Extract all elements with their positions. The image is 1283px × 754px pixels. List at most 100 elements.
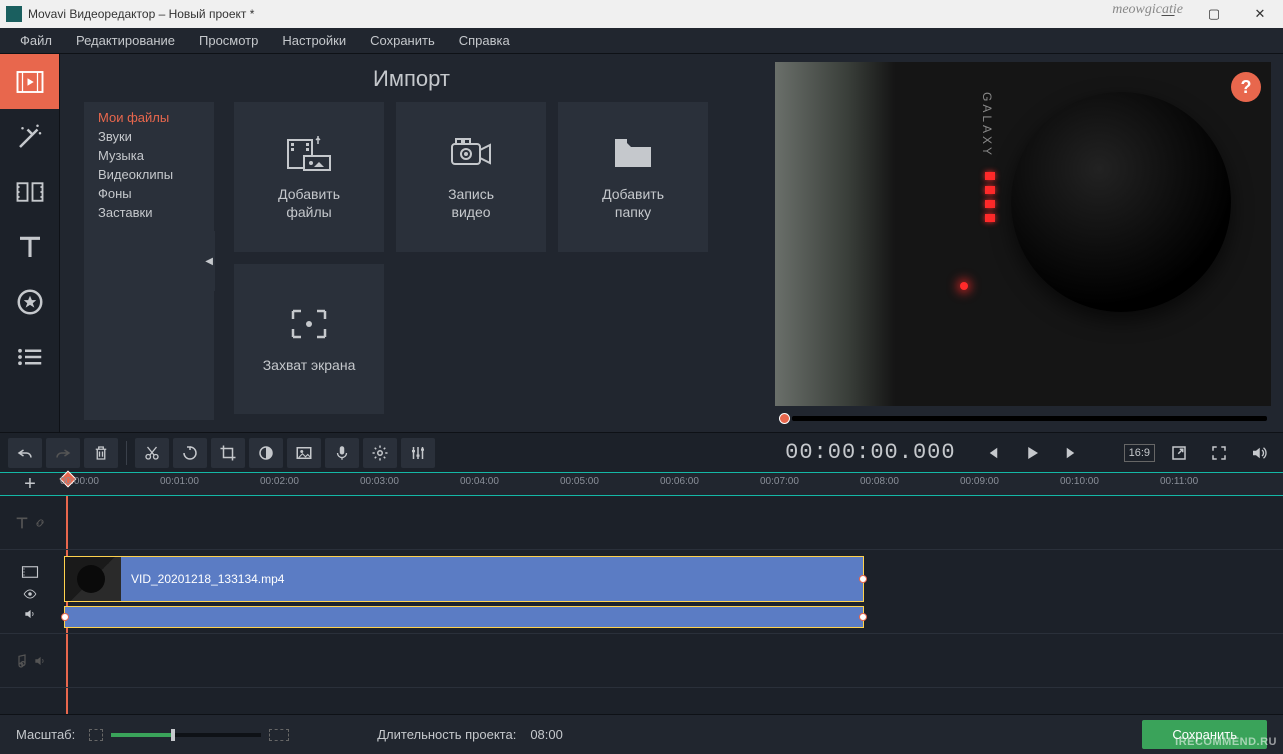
app-logo-icon — [6, 6, 22, 22]
edit-toolbar: 00:00:00.000 16:9 — [0, 432, 1283, 472]
menu-view[interactable]: Просмотр — [187, 29, 270, 52]
tile-add-files[interactable]: Добавить файлы — [234, 102, 384, 252]
menubar: Файл Редактирование Просмотр Настройки С… — [0, 28, 1283, 54]
next-button[interactable] — [1056, 438, 1088, 468]
timeline-ruler[interactable]: + 00:00:0000:01:0000:02:0000:03:0000:04:… — [0, 472, 1283, 496]
eye-icon[interactable] — [23, 587, 37, 601]
tile-screen-capture-label: Захват экрана — [263, 356, 356, 374]
ruler-mark: 00:05:00 — [560, 476, 599, 487]
ruler-mark: 00:06:00 — [660, 476, 699, 487]
speaker-icon[interactable] — [23, 607, 37, 621]
window-titlebar: Movavi Видеоредактор – Новый проект * me… — [0, 0, 1283, 28]
ruler-mark: 00:02:00 — [260, 476, 299, 487]
ruler-mark: 00:07:00 — [760, 476, 799, 487]
ruler-mark: 00:10:00 — [1060, 476, 1099, 487]
undo-button[interactable] — [8, 438, 42, 468]
tool-stickers[interactable] — [0, 274, 59, 329]
import-cat-music[interactable]: Музыка — [84, 146, 214, 165]
sidebar-collapse-button[interactable]: ◀ — [203, 231, 215, 291]
track-label-audio[interactable] — [0, 634, 60, 688]
tool-import[interactable] — [0, 54, 59, 109]
cut-button[interactable] — [135, 438, 169, 468]
menu-file[interactable]: Файл — [8, 29, 64, 52]
menu-settings[interactable]: Настройки — [270, 29, 358, 52]
close-button[interactable]: ✕ — [1237, 0, 1283, 28]
import-cat-myfiles[interactable]: Мои файлы — [84, 108, 214, 127]
prev-button[interactable] — [976, 438, 1008, 468]
import-panel: Импорт Мои файлы Звуки Музыка Видеоклипы… — [60, 54, 763, 432]
save-button[interactable]: Сохранить — [1142, 720, 1267, 749]
timeline: VID_20201218_133134.mp4 — [0, 496, 1283, 714]
fullscreen-button[interactable] — [1203, 438, 1235, 468]
tool-transitions[interactable] — [0, 164, 59, 219]
ruler-mark: 00:09:00 — [960, 476, 999, 487]
import-cat-sounds[interactable]: Звуки — [84, 127, 214, 146]
ruler-mark: 00:08:00 — [860, 476, 899, 487]
timecode-display: 00:00:00.000 — [785, 440, 955, 465]
import-cat-intros[interactable]: Заставки — [84, 203, 214, 222]
track-label-titles[interactable] — [0, 496, 60, 550]
import-title: Импорт — [373, 66, 450, 92]
zoom-in-icon[interactable] — [269, 729, 289, 741]
help-button[interactable]: ? — [1231, 72, 1261, 102]
delete-button[interactable] — [84, 438, 118, 468]
preview-video[interactable]: GALAXY — [775, 62, 1271, 406]
volume-button[interactable] — [1243, 438, 1275, 468]
redo-button[interactable] — [46, 438, 80, 468]
audio-clip[interactable] — [64, 606, 864, 628]
play-button[interactable] — [1016, 438, 1048, 468]
video-clip[interactable]: VID_20201218_133134.mp4 — [64, 556, 864, 602]
menu-help[interactable]: Справка — [447, 29, 522, 52]
tool-more[interactable] — [0, 329, 59, 384]
aspect-ratio-button[interactable]: 16:9 — [1124, 444, 1155, 462]
video-track[interactable]: VID_20201218_133134.mp4 — [60, 550, 1283, 634]
duration-label: Длительность проекта: — [377, 727, 516, 742]
tile-record-video-label: Запись видео — [448, 185, 494, 221]
ruler-mark: 00:03:00 — [360, 476, 399, 487]
ruler-mark: 00:11:00 — [1160, 476, 1198, 487]
bottom-bar: Масштаб: Длительность проекта: 08:00 Сох… — [0, 714, 1283, 754]
audio-track[interactable] — [60, 634, 1283, 688]
mic-button[interactable] — [325, 438, 359, 468]
tile-record-video[interactable]: Запись видео — [396, 102, 546, 252]
folder-icon — [609, 133, 657, 173]
preview-scrubber[interactable] — [779, 412, 1267, 424]
speaker-icon[interactable] — [33, 654, 47, 668]
import-cat-backgrounds[interactable]: Фоны — [84, 184, 214, 203]
rotate-button[interactable] — [173, 438, 207, 468]
zoom-slider[interactable] — [89, 729, 289, 741]
preview-frame: GALAXY — [775, 62, 1271, 406]
tool-titles[interactable] — [0, 219, 59, 274]
zoom-out-icon[interactable] — [89, 729, 103, 741]
preview-brand-text: GALAXY — [980, 92, 994, 158]
add-track-button[interactable]: + — [0, 473, 60, 495]
clip-handle-right[interactable] — [859, 613, 867, 621]
left-toolbar — [0, 54, 60, 432]
menu-edit[interactable]: Редактирование — [64, 29, 187, 52]
minimize-button[interactable]: — — [1145, 0, 1191, 28]
tile-add-folder-label: Добавить папку — [602, 185, 664, 221]
window-title: Movavi Видеоредактор – Новый проект * — [28, 7, 254, 21]
equalizer-button[interactable] — [401, 438, 435, 468]
settings-button[interactable] — [363, 438, 397, 468]
zoom-label: Масштаб: — [16, 727, 75, 742]
maximize-button[interactable]: ▢ — [1191, 0, 1237, 28]
ruler-mark: 00:01:00 — [160, 476, 199, 487]
tool-filters[interactable] — [0, 109, 59, 164]
clip-handle-right[interactable] — [859, 575, 867, 583]
crop-button[interactable] — [211, 438, 245, 468]
preview-panel: ? GALAXY — [763, 54, 1283, 432]
popout-button[interactable] — [1163, 438, 1195, 468]
clip-handle-left[interactable] — [61, 613, 69, 621]
track-label-video[interactable] — [0, 550, 60, 634]
tile-add-folder[interactable]: Добавить папку — [558, 102, 708, 252]
screen-capture-icon — [285, 304, 333, 344]
tile-screen-capture[interactable]: Захват экрана — [234, 264, 384, 414]
titles-track[interactable] — [60, 496, 1283, 550]
clip-filename: VID_20201218_133134.mp4 — [131, 572, 284, 586]
image-button[interactable] — [287, 438, 321, 468]
import-cat-videoclips[interactable]: Видеоклипы — [84, 165, 214, 184]
menu-save[interactable]: Сохранить — [358, 29, 447, 52]
duration-value: 08:00 — [530, 727, 563, 742]
color-button[interactable] — [249, 438, 283, 468]
